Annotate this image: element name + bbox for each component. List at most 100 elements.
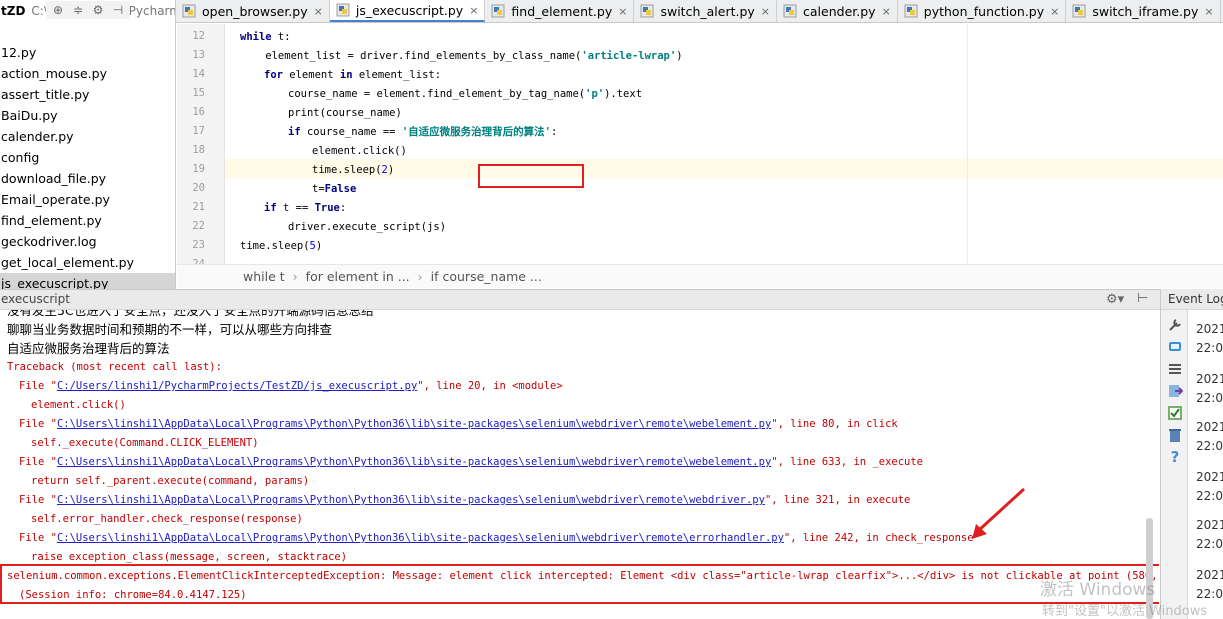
run-panel-header: execuscript ⚙▾ ⊢ (0, 289, 1160, 310)
close-icon[interactable]: × (882, 5, 891, 18)
tree-item[interactable]: BaiDu.py (0, 105, 175, 126)
breadcrumb-item[interactable]: for element in ... (306, 269, 410, 284)
tree-item[interactable]: action_mouse.py (0, 63, 175, 84)
line-number-gutter[interactable]: 12 13 14 15 16 17 18 19 20 21 22 23 24 (177, 24, 225, 264)
event-date: 2021 (1196, 420, 1223, 434)
tree-item[interactable]: download_file.py (0, 168, 175, 189)
code-text: t == (276, 202, 315, 214)
tree-item[interactable]: assert_title.py (0, 84, 175, 105)
code-text: course_name == (300, 126, 402, 138)
string-literal: '自适应微服务治理背后的算法' (401, 126, 551, 138)
line-number: 23 (192, 239, 205, 251)
console-line: 自适应微服务治理背后的算法 (7, 341, 170, 356)
activation-watermark-subtitle: 转到"设置"以激活 Windows (1042, 604, 1208, 619)
tab-label: switch_iframe.py (1092, 3, 1199, 19)
event-date: 2021 (1196, 568, 1223, 582)
breadcrumb-item[interactable]: while t (243, 269, 285, 284)
traceback-text: ", line 321, in execute (764, 494, 911, 506)
tree-item[interactable]: calender.py (0, 126, 175, 147)
event-date: 2021 (1196, 470, 1223, 484)
code-line-18: element.click() (312, 142, 407, 161)
editor-tab[interactable]: js_execuscript.py × (329, 0, 486, 22)
code-area[interactable]: while t: element_list = driver.find_elem… (240, 24, 1223, 264)
code-text: course_name = element.find_element_by_ta… (288, 88, 586, 100)
traceback-text: File " (19, 532, 57, 544)
gear-icon[interactable]: ⚙▾ (1106, 292, 1124, 307)
tab-label: calender.py (803, 3, 876, 19)
code-text: element (282, 69, 340, 81)
target-icon[interactable]: ⊕ (49, 1, 67, 19)
line-number: 22 (192, 220, 205, 232)
tree-item[interactable]: get_local_element.py (0, 252, 175, 273)
editor-tab[interactable]: find_element.py × (485, 0, 635, 22)
event-time: 22:07 (1196, 489, 1223, 503)
minimize-icon[interactable]: ⊢ (1137, 291, 1148, 306)
annotation-arrow-icon (972, 487, 1026, 539)
file-link[interactable]: C:\Users\linshi1\AppData\Local\Programs\… (57, 418, 771, 430)
close-icon[interactable]: × (1204, 5, 1213, 18)
code-text: element.click() (312, 145, 407, 157)
code-text: element_list = driver.find_elements_by_c… (240, 50, 582, 62)
close-icon[interactable]: × (618, 5, 627, 18)
tree-item[interactable]: Email_operate.py (0, 189, 175, 210)
traceback-code: element.click() (31, 399, 126, 411)
file-link[interactable]: C:\Users\linshi1\AppData\Local\Programs\… (57, 456, 771, 468)
collapse-icon[interactable]: ≑ (69, 1, 87, 19)
code-line-20: t=False (312, 180, 356, 199)
tree-item[interactable]: 12.py (0, 42, 175, 63)
editor-tab[interactable]: calender.py × (777, 0, 898, 22)
close-icon[interactable]: × (761, 5, 770, 18)
traceback-code: self.error_handler.check_response(respon… (31, 513, 303, 525)
file-link[interactable]: C:/Users/linshi1/PycharmProjects/TestZD/… (57, 380, 417, 392)
tree-item[interactable]: find_element.py (0, 210, 175, 231)
file-link[interactable]: C:\Users\linshi1\AppData\Local\Programs\… (57, 532, 784, 544)
gear-icon[interactable]: ⚙ (89, 1, 107, 19)
code-editor[interactable]: 12 13 14 15 16 17 18 19 20 21 22 23 24 while t: elem… (177, 24, 1223, 264)
editor-tab[interactable]: switch_alert.py × (634, 0, 778, 22)
console-output[interactable]: 没有发生5C也进入了安全点，还没入了安全点的开端源码信息总结 聊聊当业务数据时间… (0, 310, 1159, 619)
python-file-icon (336, 3, 350, 17)
traceback-code: self._execute(Command.CLICK_ELEMENT) (31, 437, 259, 449)
file-link[interactable]: C:\Users\linshi1\AppData\Local\Programs\… (57, 494, 765, 506)
code-text: time.sleep( (240, 240, 310, 252)
traceback-text: File " (19, 380, 57, 392)
code-text: : (339, 202, 347, 214)
breadcrumb-item[interactable]: if course_name ... (431, 269, 542, 284)
traceback-header: Traceback (most recent call last): (7, 361, 222, 373)
editor-tab[interactable]: switch_iframe.py × (1066, 0, 1221, 22)
line-number: 18 (192, 144, 205, 156)
tree-item[interactable]: config (0, 147, 175, 168)
console-line: 聊聊当业务数据时间和预期的不一样，可以从哪些方向排查 (7, 322, 333, 337)
event-time: 22:06 (1196, 439, 1223, 453)
project-file-tree: 12.py action_mouse.py assert_title.py BaiDu… (0, 42, 175, 290)
code-line-22: driver.execute_script(js) (288, 218, 446, 237)
editor-tab[interactable]: open_browser.py × (176, 0, 330, 22)
hide-icon[interactable]: ⊣ (109, 1, 127, 19)
code-text: time.sleep( (312, 164, 382, 176)
editor-tab-bar: open_browser.py × js_execuscript.py × find_e… (176, 0, 1223, 23)
tab-label: js_execuscript.py (355, 2, 464, 18)
run-panel-title[interactable]: execuscript (1, 292, 70, 306)
python-file-icon (783, 4, 797, 18)
editor-tab[interactable]: python_function.py × (898, 0, 1067, 22)
line-number: 12 (192, 30, 205, 42)
keyword: True (314, 202, 340, 214)
tree-item[interactable]: geckodriver.log (0, 231, 175, 252)
project-name[interactable]: tZD (0, 4, 25, 18)
console-line: 没有发生5C也进入了安全点，还没入了安全点的开端源码信息总结 (7, 310, 374, 318)
close-icon[interactable]: × (469, 4, 478, 17)
line-number: 21 (192, 201, 205, 213)
code-line-15: course_name = element.find_element_by_ta… (288, 85, 642, 104)
traceback-text: ", line 242, in check_response (783, 532, 974, 544)
code-text: ).text (604, 88, 643, 100)
code-line-12: while t: (240, 28, 291, 47)
event-log-title[interactable]: Event Log (1161, 289, 1223, 310)
close-icon[interactable]: × (314, 5, 323, 18)
tree-item[interactable]: js_execuscript.py (0, 273, 175, 290)
line-number: 13 (192, 49, 205, 61)
keyword: if (264, 202, 277, 214)
code-line-17: if course_name == '自适应微服务治理背后的算法': (288, 123, 557, 142)
python-file-icon (182, 4, 196, 18)
close-icon[interactable]: × (1050, 5, 1059, 18)
event-log-panel: Event Log ? 202122:06202122:06202122:062… (1160, 289, 1223, 619)
